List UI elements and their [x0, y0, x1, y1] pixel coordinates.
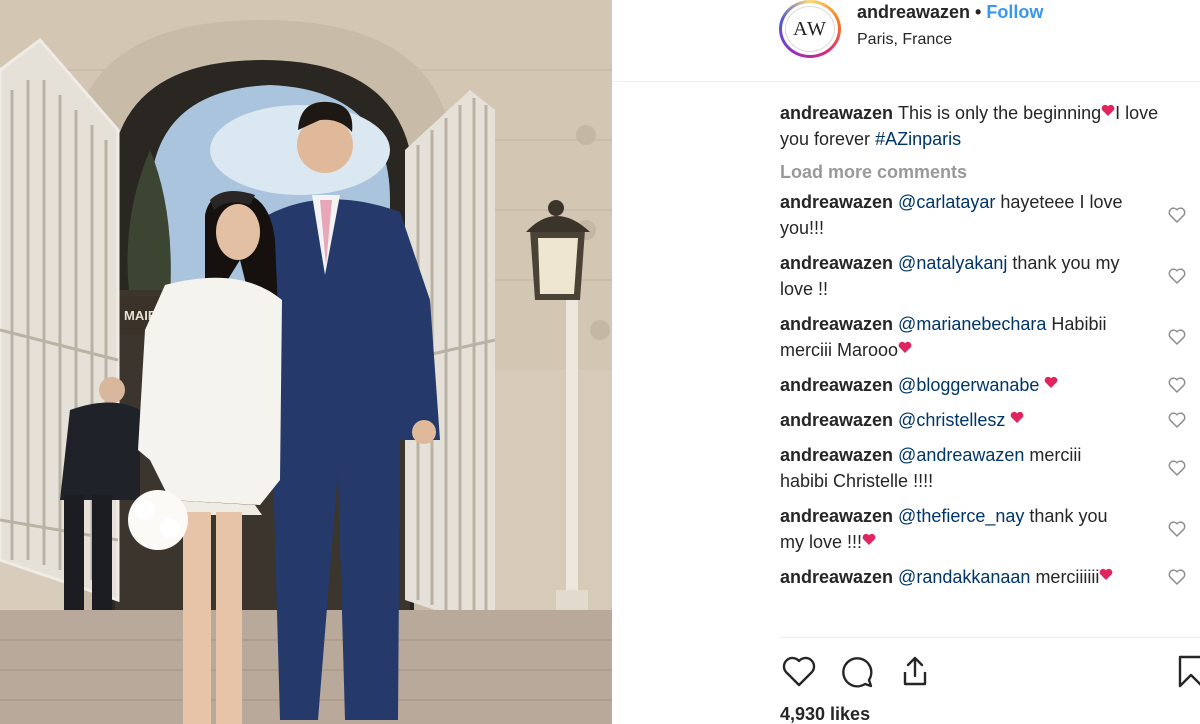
comment-text: merciiiiii [1035, 567, 1100, 587]
red-heart-emoji-icon [1101, 104, 1115, 116]
red-heart-emoji-icon [862, 533, 876, 545]
caption-hashtag[interactable]: #AZinparis [875, 129, 961, 149]
comment-mention[interactable]: @thefierce_nay [898, 506, 1024, 526]
follow-button[interactable]: Follow [986, 2, 1043, 22]
share-button[interactable] [896, 652, 934, 690]
like-button[interactable] [780, 652, 818, 690]
small-heart-outline-icon [1168, 569, 1186, 585]
comment-mention[interactable]: @natalyakanj [898, 253, 1007, 273]
heart-outline-icon [782, 656, 816, 687]
comment-item: andreawazen @randakkanaan merciiiiii [780, 564, 1186, 590]
post-photo[interactable]: MAIR [0, 0, 612, 724]
comment-item: andreawazen @andreawazen merciii habibi C… [780, 442, 1186, 494]
comment-item: andreawazen @bloggerwanabe [780, 372, 1186, 398]
red-heart-emoji-icon [1011, 411, 1024, 423]
comment-username[interactable]: andreawazen [780, 445, 893, 465]
comment-username[interactable]: andreawazen [780, 192, 893, 212]
small-heart-outline-icon [1168, 268, 1186, 284]
comments-list[interactable]: andreawazen This is only the beginning I l… [780, 100, 1200, 630]
post-detail-panel: AW andreawazen • Follow Paris, France andr… [612, 0, 1200, 724]
share-upload-icon [903, 656, 927, 686]
comment-items: andreawazen @carlatayar hayeteee I love y… [780, 189, 1200, 590]
comment-username[interactable]: andreawazen [780, 375, 893, 395]
action-bar [780, 652, 1200, 692]
divider [780, 637, 1200, 638]
caption-text-1: This is only the beginning [898, 103, 1102, 123]
small-heart-outline-icon [1168, 521, 1186, 537]
caption-username[interactable]: andreawazen [780, 103, 893, 123]
comment-mention[interactable]: @bloggerwanabe [898, 375, 1039, 395]
comment-like-button[interactable] [1167, 458, 1187, 478]
post-caption: andreawazen This is only the beginning I l… [780, 100, 1160, 152]
comment-mention[interactable]: @carlatayar [898, 192, 995, 212]
comment-like-button[interactable] [1167, 205, 1187, 225]
comment-item: andreawazen @natalyakanj thank you my lov… [780, 250, 1186, 302]
header-separator: • [975, 2, 982, 22]
comment-item: andreawazen @marianebechara Habibii merci… [780, 311, 1186, 363]
small-heart-outline-icon [1168, 329, 1186, 345]
likes-count[interactable]: 4,930 likes [780, 704, 870, 724]
red-heart-emoji-icon [898, 341, 912, 353]
comment-mention[interactable]: @andreawazen [898, 445, 1024, 465]
comment-username[interactable]: andreawazen [780, 410, 893, 430]
small-heart-outline-icon [1168, 460, 1186, 476]
comment-item: andreawazen @carlatayar hayeteee I love y… [780, 189, 1186, 241]
comment-like-button[interactable] [1167, 410, 1187, 430]
comment-like-button[interactable] [1167, 266, 1187, 286]
bookmark-icon [1178, 655, 1200, 688]
comment-like-button[interactable] [1167, 375, 1187, 395]
wedding-photo-illustration: MAIR [0, 0, 612, 724]
comment-like-button[interactable] [1167, 519, 1187, 539]
speech-bubble-icon [842, 657, 873, 688]
comment-username[interactable]: andreawazen [780, 253, 893, 273]
comment-item: andreawazen @christellesz [780, 407, 1186, 433]
save-button[interactable] [1172, 652, 1200, 690]
small-heart-outline-icon [1168, 207, 1186, 223]
comment-like-button[interactable] [1167, 567, 1187, 587]
comment-mention[interactable]: @marianebechara [898, 314, 1046, 334]
comment-mention[interactable]: @randakkanaan [898, 567, 1030, 587]
comment-like-button[interactable] [1167, 327, 1187, 347]
load-more-comments-button[interactable]: Load more comments [780, 162, 1200, 183]
comment-username[interactable]: andreawazen [780, 314, 893, 334]
red-heart-emoji-icon [1100, 568, 1113, 580]
header-username[interactable]: andreawazen [857, 2, 970, 22]
comment-item: andreawazen @thefierce_nay thank you my l… [780, 503, 1186, 555]
avatar-monogram: AW [785, 6, 835, 52]
red-heart-emoji-icon [1045, 376, 1058, 388]
post-header: AW andreawazen • Follow Paris, France [612, 0, 1200, 82]
comment-button[interactable] [838, 652, 876, 690]
header-user-line: andreawazen • Follow [857, 2, 1043, 23]
small-heart-outline-icon [1168, 377, 1186, 393]
comment-username[interactable]: andreawazen [780, 506, 893, 526]
avatar[interactable]: AW [779, 0, 841, 58]
comment-mention[interactable]: @christellesz [898, 410, 1005, 430]
location-link[interactable]: Paris, France [857, 31, 952, 49]
comment-username[interactable]: andreawazen [780, 567, 893, 587]
small-heart-outline-icon [1168, 412, 1186, 428]
